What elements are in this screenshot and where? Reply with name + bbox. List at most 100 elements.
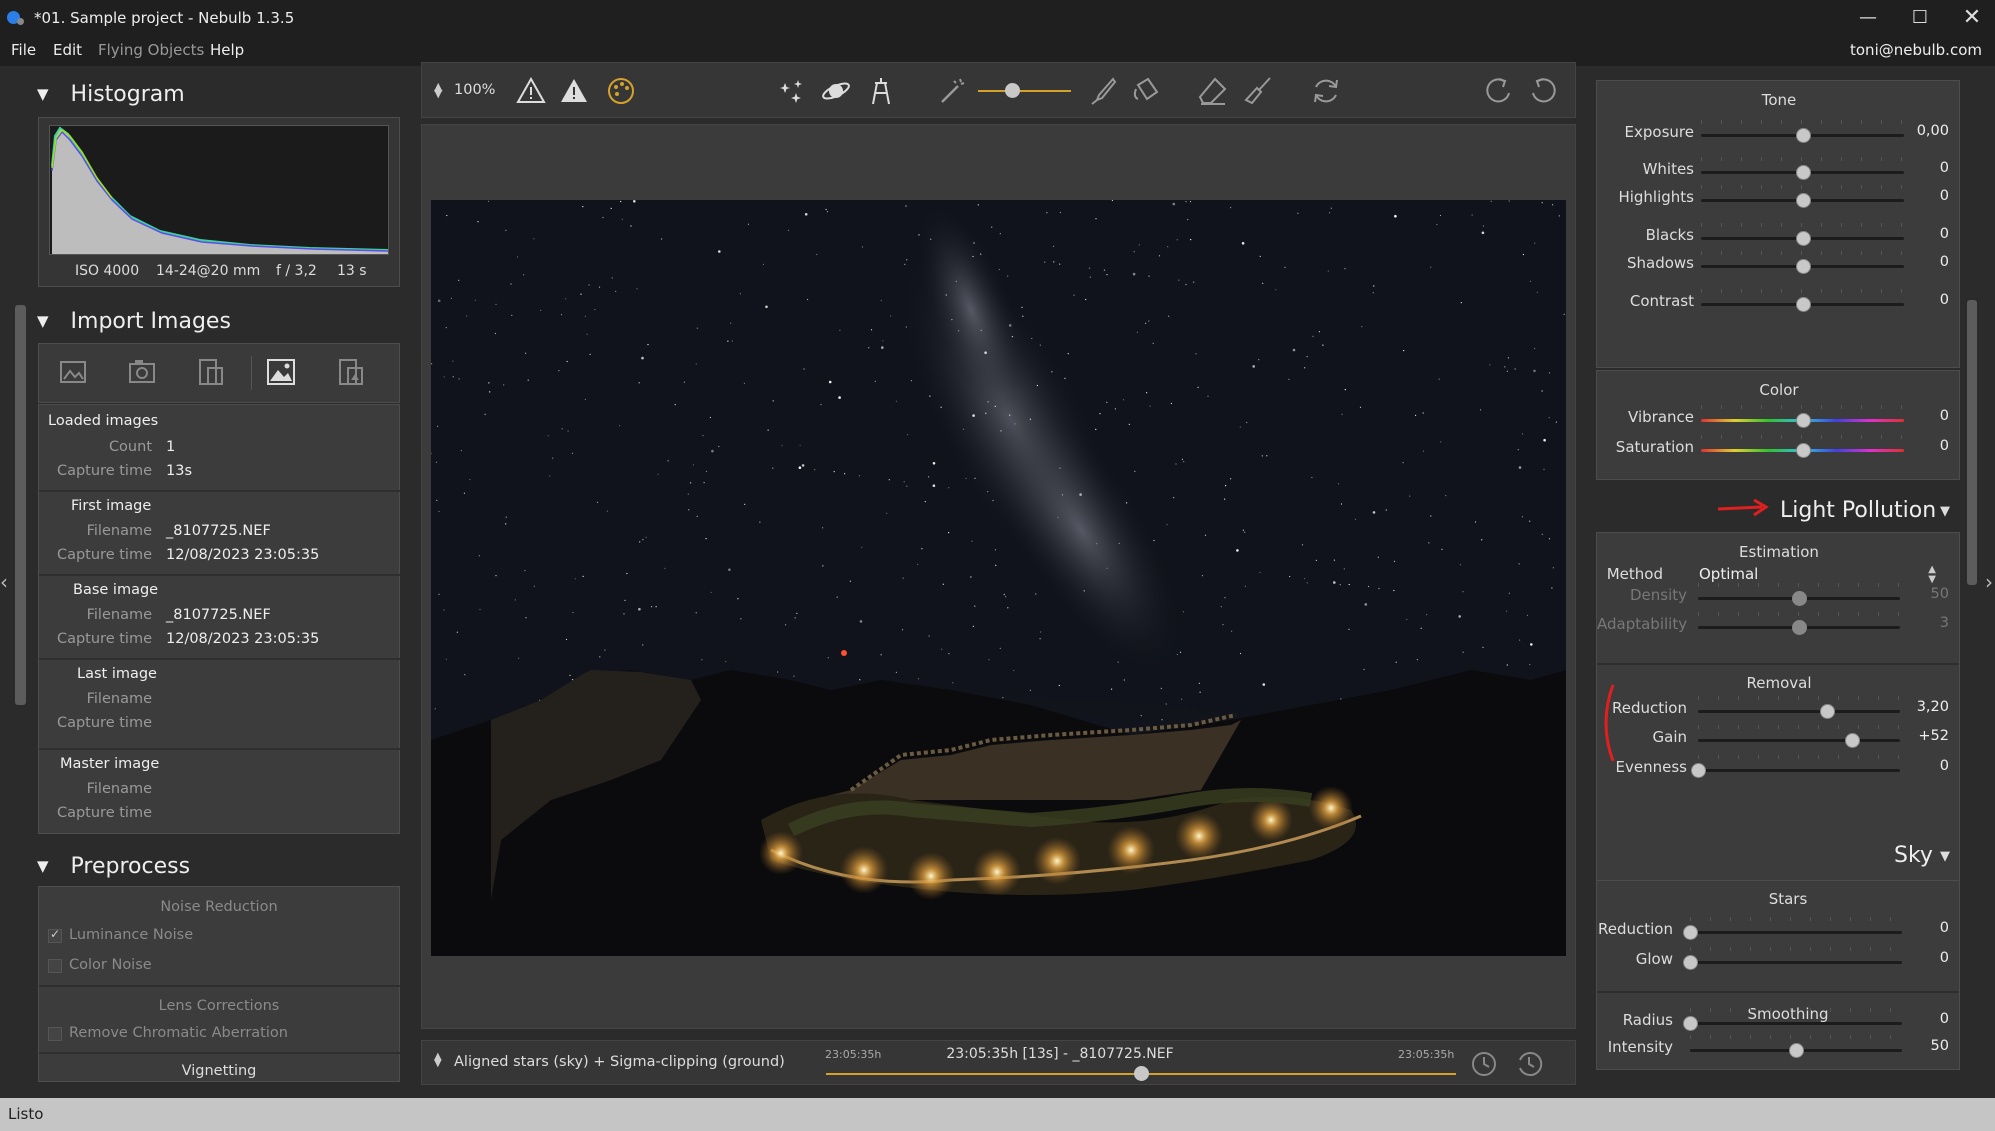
brush-size-track[interactable] [978, 90, 1071, 92]
gain-slider[interactable] [1698, 739, 1900, 742]
maximize-icon[interactable]: ☐ [1892, 4, 1948, 32]
brush-icon[interactable] [1087, 75, 1119, 107]
fill-bucket-icon[interactable] [1130, 75, 1162, 107]
whites-slider-knob[interactable] [1795, 165, 1811, 180]
star-dot [1406, 618, 1408, 621]
density-slider-knob[interactable] [1792, 591, 1807, 606]
import-master-icon[interactable] [335, 356, 367, 388]
histogram-header[interactable]: ▼ Histogram [37, 82, 185, 107]
star-dot [970, 576, 972, 578]
star-dot [948, 487, 950, 489]
master-image-title: Master image [60, 756, 160, 772]
star-dot [683, 381, 685, 383]
luminance-noise-checkbox[interactable]: ✓ [48, 927, 62, 943]
import-toolbar [38, 343, 400, 403]
star-dot [1106, 401, 1108, 403]
left-scrollbar[interactable] [15, 305, 26, 705]
brush-size-knob[interactable] [1005, 83, 1020, 98]
radius-slider-knob[interactable] [1683, 1016, 1698, 1031]
reduction-slider-knob[interactable] [1820, 704, 1836, 719]
gain-slider-knob[interactable] [1844, 733, 1860, 748]
reduction-slider[interactable] [1698, 710, 1900, 713]
menu-help[interactable]: Help [210, 41, 244, 59]
star-dot [450, 297, 452, 299]
glow-slider-knob[interactable] [1683, 955, 1698, 970]
method-label: Method [1606, 565, 1663, 583]
warning-filled-icon[interactable] [558, 75, 590, 107]
star-dot [1096, 543, 1098, 545]
star-dot [844, 473, 846, 475]
star-dot [1436, 223, 1438, 226]
undo-icon[interactable] [1527, 75, 1559, 107]
eraser-icon[interactable] [1197, 75, 1229, 107]
zoom-level[interactable]: 100% [454, 82, 495, 98]
palette-icon[interactable] [605, 75, 637, 107]
star-dot [1517, 449, 1519, 451]
mode-stepper-icon[interactable]: ▲ ▼ [434, 1051, 442, 1073]
right-scrollbar[interactable] [1967, 300, 1977, 585]
star-dot [434, 708, 436, 710]
collapse-left-icon[interactable]: ‹ [0, 570, 8, 594]
adaptability-slider-knob[interactable] [1792, 620, 1807, 635]
import-flats-icon[interactable] [195, 356, 227, 388]
import-base-image-icon[interactable] [265, 356, 297, 388]
minimize-icon[interactable]: — [1840, 4, 1896, 32]
zoom-stepper-icon[interactable]: ▲ ▼ [434, 80, 442, 106]
import-images-header[interactable]: ▼ Import Images [37, 309, 231, 334]
star-dot [973, 242, 975, 244]
redo-icon[interactable] [1483, 75, 1515, 107]
import-lights-icon[interactable] [57, 356, 89, 388]
refresh-icon[interactable] [1310, 75, 1342, 107]
saturation-slider-knob[interactable] [1795, 443, 1811, 458]
evenness-slider-knob[interactable] [1691, 763, 1706, 778]
highlights-slider-knob[interactable] [1795, 193, 1811, 208]
night-sky-photo[interactable] [431, 200, 1566, 956]
star-dot [1252, 365, 1255, 368]
menu-flying-objects[interactable]: Flying Objects [98, 41, 204, 59]
star-dot [804, 213, 808, 216]
star-dot [1318, 331, 1320, 333]
menu-file[interactable]: File [11, 41, 36, 59]
warning-outline-icon[interactable] [515, 75, 547, 107]
reduction-slider-knob[interactable] [1683, 925, 1698, 940]
tower-icon[interactable] [865, 75, 897, 107]
menu-edit[interactable]: Edit [53, 41, 82, 59]
stars-icon[interactable] [776, 75, 808, 107]
star-dot [930, 238, 932, 240]
sky-collapse-icon[interactable]: ▼ [1940, 849, 1950, 864]
star-dot [1373, 285, 1375, 287]
vibrance-slider-knob[interactable] [1795, 413, 1811, 428]
intensity-slider-knob[interactable] [1789, 1043, 1804, 1058]
preprocess-header[interactable]: ▼ Preprocess [37, 854, 190, 879]
import-darks-icon[interactable] [126, 356, 158, 388]
evenness-slider[interactable] [1698, 769, 1900, 772]
slider-ticks [1701, 435, 1904, 439]
broom-icon[interactable] [1242, 75, 1274, 107]
exposure-slider-knob[interactable] [1795, 128, 1811, 143]
clock-forward-icon[interactable] [1470, 1050, 1498, 1078]
close-icon[interactable]: ✕ [1944, 4, 1995, 32]
user-email[interactable]: toni@nebulb.com [1850, 41, 1982, 59]
planet-icon[interactable] [820, 75, 852, 107]
glow-slider[interactable] [1690, 961, 1902, 964]
color-noise-checkbox[interactable] [48, 959, 62, 973]
collapse-right-icon[interactable]: › [1985, 570, 1993, 594]
magic-wand-icon[interactable] [936, 75, 968, 107]
star-dot [598, 286, 601, 288]
reduction-slider[interactable] [1690, 931, 1902, 934]
stack-mode[interactable]: Aligned stars (sky) + Sigma-clipping (gr… [454, 1054, 785, 1070]
clock-history-icon[interactable] [1515, 1050, 1543, 1078]
radius-slider[interactable] [1690, 1022, 1902, 1025]
star-dot [651, 606, 653, 608]
timeline-knob[interactable] [1134, 1066, 1149, 1081]
slider-ticks [1701, 157, 1904, 161]
star-dot [703, 482, 705, 484]
star-dot [1344, 389, 1346, 391]
star-dot [443, 376, 445, 378]
chromatic-aberration-checkbox[interactable] [48, 1027, 62, 1041]
shadows-slider-knob[interactable] [1795, 259, 1811, 274]
star-dot [1514, 368, 1516, 370]
light-pollution-collapse-icon[interactable]: ▼ [1940, 504, 1950, 519]
blacks-slider-knob[interactable] [1795, 231, 1811, 246]
contrast-slider-knob[interactable] [1795, 297, 1811, 312]
